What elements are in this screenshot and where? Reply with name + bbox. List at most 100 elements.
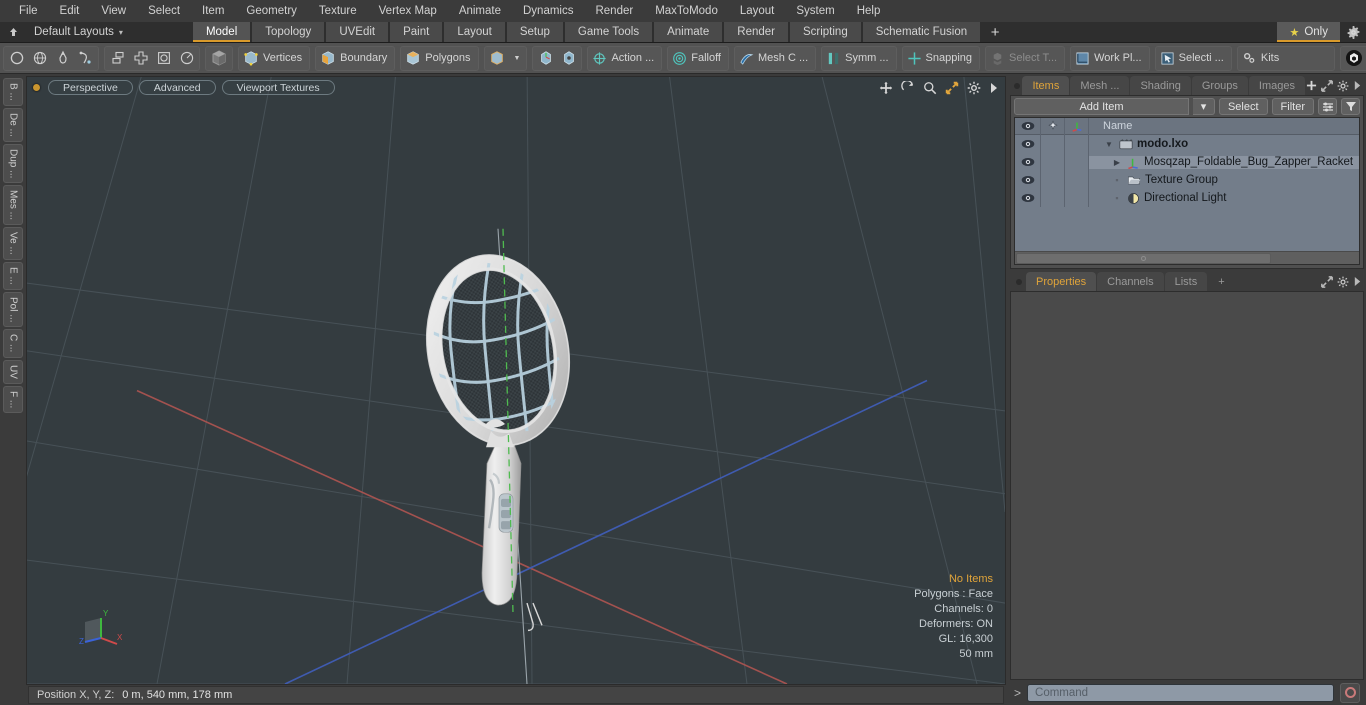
tab-schematic-fusion[interactable]: Schematic Fusion [862, 22, 981, 42]
kits-button[interactable]: Kits [1239, 47, 1333, 70]
left-tab-fusion[interactable]: F ... [3, 385, 23, 413]
unity-plugin-icon[interactable] [1342, 47, 1366, 70]
menu-render[interactable]: Render [584, 0, 644, 22]
left-tab-mesh-edit[interactable]: Mes ... [3, 185, 23, 226]
row-axis-cell[interactable] [1065, 135, 1089, 153]
tab-paint[interactable]: Paint [390, 22, 443, 42]
panel-grip-icon[interactable] [1012, 272, 1026, 291]
tab-setup[interactable]: Setup [506, 22, 563, 42]
mode-boundary-button[interactable]: Boundary [317, 47, 393, 70]
snapping-button[interactable]: Snapping [904, 47, 979, 70]
row-lock-cell[interactable] [1041, 153, 1065, 171]
expand-icon[interactable] [1321, 79, 1333, 92]
circle-icon[interactable] [5, 47, 28, 70]
viewport-view-selector[interactable]: Perspective [48, 80, 133, 95]
menu-view[interactable]: View [90, 0, 137, 22]
tab-channels[interactable]: Channels [1097, 272, 1164, 291]
scrollbar-thumb[interactable] [1016, 252, 1271, 264]
left-tab-duplicate[interactable]: Dup ... [3, 143, 23, 184]
add-item-dropdown[interactable]: ▾ [1192, 98, 1215, 115]
tab-uvedit[interactable]: UVEdit [326, 22, 389, 42]
tab-render[interactable]: Render [724, 22, 788, 42]
axis-gizmo[interactable]: Y Z X [71, 608, 127, 656]
add-properties-tab-button[interactable]: + [1208, 272, 1234, 291]
item-tree-horizontal-scrollbar[interactable] [1015, 251, 1359, 264]
zoom-icon[interactable] [923, 81, 937, 95]
menu-animate[interactable]: Animate [448, 0, 512, 22]
properties-content[interactable] [1010, 291, 1364, 680]
tree-item-texture-group[interactable]: ▪ Texture Group [1089, 174, 1359, 186]
viewport-shading-selector[interactable]: Advanced [138, 80, 216, 95]
row-axis-cell[interactable] [1065, 189, 1089, 207]
mesh-constraint-button[interactable]: Mesh C ... [736, 47, 814, 70]
left-tab-vertex[interactable]: Ve ... [3, 227, 23, 260]
pen-icon[interactable] [51, 47, 74, 70]
curve-icon[interactable] [74, 47, 97, 70]
tab-scripting[interactable]: Scripting [789, 22, 861, 42]
rotate-icon[interactable] [901, 80, 915, 95]
left-tab-polygon[interactable]: Pol ... [3, 291, 23, 328]
table-row[interactable]: ▪ Texture Group [1015, 171, 1359, 189]
tree-item-scene[interactable]: ▼ modo.lxo [1089, 138, 1359, 150]
column-lock-icon[interactable] [1041, 118, 1065, 135]
row-visibility-eye-icon[interactable] [1015, 171, 1041, 189]
list-options-icon[interactable] [1318, 98, 1337, 115]
menu-dynamics[interactable]: Dynamics [512, 0, 584, 22]
gear-icon[interactable] [967, 81, 981, 95]
twisty-icon[interactable]: ▼ [1103, 140, 1115, 149]
only-toggle-button[interactable]: ★ Only [1277, 22, 1340, 42]
menu-maxtomodo[interactable]: MaxToModo [644, 0, 729, 22]
tab-properties[interactable]: Properties [1026, 272, 1097, 291]
action-axis-icon[interactable] [557, 47, 580, 70]
action-center-button[interactable]: Action ... [589, 47, 660, 70]
row-visibility-eye-icon[interactable] [1015, 153, 1041, 171]
tab-lists[interactable]: Lists [1164, 272, 1208, 291]
row-lock-cell[interactable] [1041, 135, 1065, 153]
menu-help[interactable]: Help [846, 0, 892, 22]
tab-shading[interactable]: Shading [1130, 76, 1191, 95]
menu-vertex-map[interactable]: Vertex Map [368, 0, 448, 22]
left-tab-curve[interactable]: C ... [3, 329, 23, 358]
add-tab-button[interactable]: + [982, 22, 1008, 42]
record-icon[interactable] [1340, 682, 1360, 703]
menu-item[interactable]: Item [191, 0, 235, 22]
left-tab-deform[interactable]: De ... [3, 107, 23, 142]
action-center-pivot-icon[interactable] [534, 47, 557, 70]
tab-items[interactable]: Items [1022, 76, 1070, 95]
mode-polygons-button[interactable]: Polygons [402, 47, 476, 70]
tab-model[interactable]: Model [192, 22, 251, 42]
tab-groups[interactable]: Groups [1191, 76, 1248, 95]
left-tab-uv[interactable]: UV [3, 359, 23, 384]
cube-icon[interactable] [207, 47, 231, 70]
row-visibility-eye-icon[interactable] [1015, 135, 1041, 153]
menu-edit[interactable]: Edit [49, 0, 91, 22]
tree-item-mesh[interactable]: ▶ Mosqzap_Foldable_Bug_Zapper_Racket [1089, 155, 1359, 169]
command-input[interactable]: Command [1027, 683, 1334, 702]
globe-icon[interactable] [28, 47, 51, 70]
add-item-button[interactable]: Add Item [1014, 98, 1189, 115]
tab-game-tools[interactable]: Game Tools [564, 22, 653, 42]
menu-system[interactable]: System [785, 0, 845, 22]
tab-animate[interactable]: Animate [654, 22, 723, 42]
column-axis-icon[interactable] [1065, 118, 1089, 135]
tab-mesh[interactable]: Mesh ... [1070, 76, 1130, 95]
item-mode-icon[interactable] [486, 47, 509, 70]
row-axis-cell[interactable] [1065, 153, 1089, 171]
mirror-icon[interactable] [129, 47, 152, 70]
select-through-button[interactable]: Select T... [987, 47, 1063, 70]
tab-topology[interactable]: Topology [252, 22, 325, 42]
chevron-right-icon[interactable] [989, 82, 999, 94]
table-row[interactable]: ▼ modo.lxo [1015, 135, 1359, 153]
chevron-down-icon[interactable]: ▼ [509, 55, 526, 62]
plus-icon[interactable] [1306, 80, 1317, 91]
tab-layout[interactable]: Layout [444, 22, 505, 42]
boolean-icon[interactable] [152, 47, 175, 70]
tree-item-directional-light[interactable]: ▪ Directional Light [1089, 192, 1359, 205]
menu-geometry[interactable]: Geometry [235, 0, 308, 22]
table-row[interactable]: ▪ Directional Light [1015, 189, 1359, 207]
layout-settings-gear-icon[interactable] [1340, 22, 1366, 42]
viewport-textures-selector[interactable]: Viewport Textures [221, 80, 335, 95]
array-icon[interactable] [106, 47, 129, 70]
panel-grip-icon[interactable] [1012, 76, 1022, 95]
falloff-button[interactable]: Falloff [669, 47, 727, 70]
